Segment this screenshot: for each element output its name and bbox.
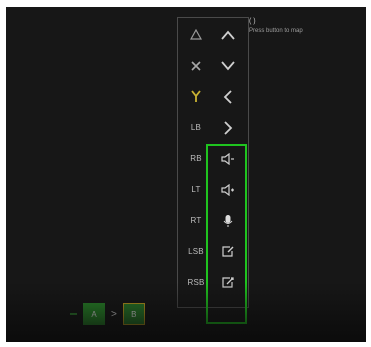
chevron-down-icon	[221, 60, 235, 70]
game-overlay-screen: LB RB LT RT LSB RSB () Press button to …	[6, 7, 366, 342]
action-dpad-left[interactable]	[211, 81, 245, 112]
y-fork-icon	[191, 90, 201, 102]
chevron-left-icon	[223, 89, 232, 104]
button-lt-label: LT	[191, 185, 201, 194]
mapping-hint-caption: Press button to map	[249, 28, 303, 34]
selected-mapping-highlight	[206, 144, 247, 324]
action-dpad-up[interactable]	[211, 19, 245, 50]
sequence-dash	[70, 313, 77, 315]
button-lb[interactable]: LB	[181, 112, 211, 143]
sequence-key-2[interactable]: B	[122, 303, 145, 325]
button-x[interactable]	[181, 50, 211, 81]
action-dpad-right[interactable]	[211, 112, 245, 143]
button-rb-label: RB	[190, 154, 202, 163]
button-lb-label: LB	[190, 123, 202, 132]
button-lsb-label: LSB	[188, 247, 204, 256]
triangle-icon	[190, 29, 202, 40]
button-triangle[interactable]	[181, 19, 211, 50]
action-dpad-down[interactable]	[211, 50, 245, 81]
sequence-separator: >	[111, 308, 117, 320]
chevron-right-icon	[224, 120, 233, 135]
chevron-up-icon	[221, 30, 235, 40]
button-y[interactable]	[181, 81, 211, 112]
button-rt-label: RT	[190, 216, 202, 225]
x-cross-icon	[191, 60, 201, 71]
key-sequence: A > B	[70, 302, 145, 326]
sequence-key-1[interactable]: A	[83, 303, 105, 325]
mapping-hint-symbol: ( )	[249, 18, 256, 25]
button-rsb-label: RSB	[187, 278, 205, 287]
mapping-hint: ( ) Press button to map	[249, 17, 353, 35]
